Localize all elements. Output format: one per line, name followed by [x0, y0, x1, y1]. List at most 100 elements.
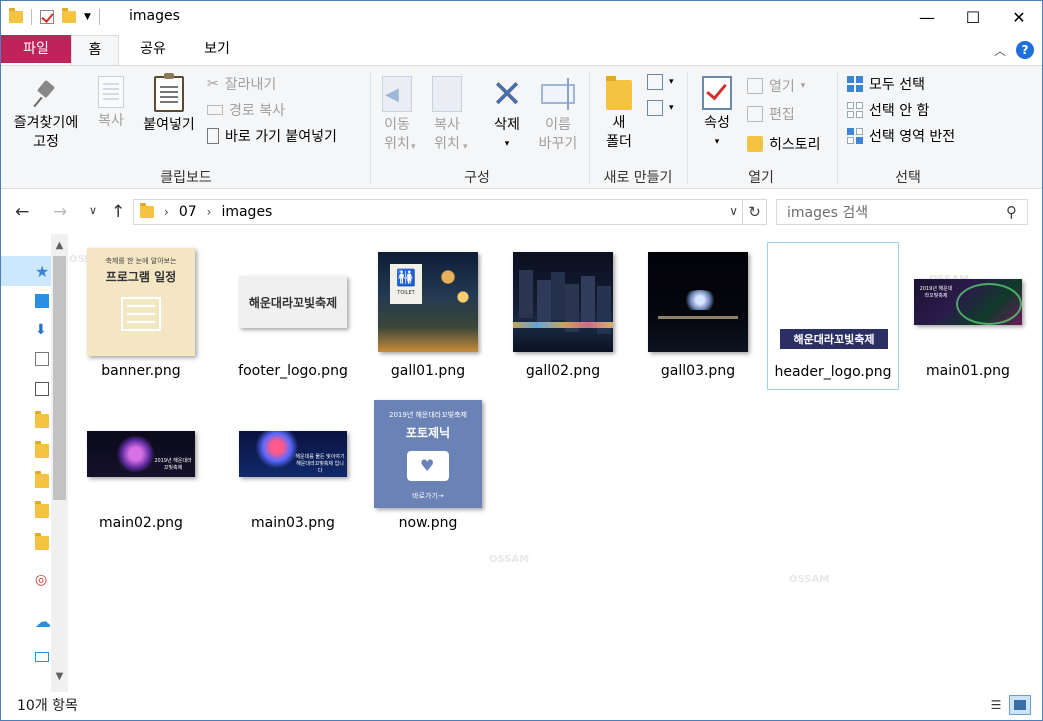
history-button[interactable]: 히스토리 — [747, 134, 821, 154]
list-item[interactable]: 2019년 해운대라꼬빛축제 main01.png — [901, 242, 1035, 380]
close-button[interactable]: ✕ — [996, 1, 1042, 33]
properties-icon[interactable] — [40, 10, 54, 24]
list-item[interactable]: TOILET gall01.png — [362, 242, 494, 380]
address-bar[interactable]: › 07 › images ∨ — [133, 199, 743, 225]
list-item[interactable]: gall03.png — [632, 242, 764, 380]
list-item[interactable]: 해운대라꼬빛축제 footer_logo.png — [227, 242, 359, 380]
pinned-folder-icon[interactable] — [35, 411, 49, 428]
file-name: main03.png — [251, 515, 335, 531]
tab-share[interactable]: 공유 — [129, 35, 177, 65]
select-none-button[interactable]: 선택 안 함 — [847, 100, 929, 120]
new-folder-icon[interactable] — [62, 8, 76, 23]
copy-to-dropdown-icon[interactable]: ▾ — [463, 142, 468, 152]
invert-selection-button[interactable]: 선택 영역 반전 — [847, 126, 955, 146]
scrollbar-thumb[interactable] — [53, 256, 66, 500]
copy-path-button[interactable]: 경로 복사 — [207, 100, 285, 120]
file-thumbnail: 2019년 해운대라꼬빛축제 포토제닉 바로가기→ — [374, 400, 482, 508]
copy-button[interactable]: 복사 — [91, 76, 131, 131]
pinned-folder-icon[interactable] — [35, 533, 49, 550]
invert-selection-icon — [847, 128, 863, 144]
tab-view[interactable]: 보기 — [193, 35, 241, 65]
properties-button[interactable]: 속성 ▾ — [695, 76, 739, 152]
ribbon-collapse-icon[interactable]: ︿ — [994, 42, 1006, 59]
thumb-text: 프로그램 일정 — [105, 270, 177, 284]
easy-access-button[interactable]: ▾ — [647, 100, 674, 116]
list-item[interactable]: 2019년 해운대라꼬빛축제 main02.png — [75, 394, 207, 532]
details-view-icon[interactable]: ☰ — [985, 695, 1007, 715]
item-count: 10개 항목 — [17, 698, 78, 714]
watermark: OSSAM — [489, 554, 530, 565]
tab-home[interactable]: 홈 — [71, 35, 119, 66]
list-item[interactable]: gall02.png — [497, 242, 629, 380]
thumb-text: 해운대를 물든 빛이야기 해운대라꼬빛축제 입니다 — [295, 454, 345, 474]
file-thumbnail: 해운대라꼬빛축제 — [239, 276, 347, 328]
list-item[interactable]: 2019년 해운대라꼬빛축제 포토제닉 바로가기→ now.png — [362, 394, 494, 532]
pin-to-quick-access-button[interactable]: 즐겨찾기에 고정 — [7, 80, 85, 152]
paste-button[interactable]: 붙여넣기 — [137, 73, 201, 135]
cut-label: 잘라내기 — [224, 77, 277, 93]
desktop-icon[interactable] — [35, 294, 49, 308]
network-folder-icon[interactable]: ◎ — [35, 572, 49, 588]
explorer-window: ▼ images — ☐ ✕ 파일 홈 공유 보기 ︿ ? 즐겨찾기에 고정 복… — [0, 0, 1043, 721]
breadcrumb-item[interactable]: images — [221, 204, 272, 220]
ribbon-tabs: 파일 홈 공유 보기 ︿ ? — [1, 35, 1042, 66]
up-arrow-icon[interactable]: ↑ — [111, 202, 125, 222]
select-none-label: 선택 안 함 — [869, 103, 930, 119]
help-icon[interactable]: ? — [1016, 41, 1034, 59]
breadcrumb-chevron-icon[interactable]: › — [164, 205, 169, 219]
watermark: OSSAM — [789, 574, 830, 585]
move-to-dropdown-icon[interactable]: ▾ — [411, 142, 416, 152]
scroll-down-arrow-icon[interactable]: ▼ — [51, 668, 68, 685]
recent-locations-chevron-icon[interactable]: ∨ — [89, 204, 97, 217]
address-dropdown-icon[interactable]: ∨ — [729, 204, 738, 218]
copy-to-label-line1: 복사 — [434, 117, 460, 133]
onedrive-icon[interactable]: ☁ — [35, 612, 51, 631]
nav-pane-scrollbar[interactable]: ▲ ▼ — [51, 234, 68, 692]
move-to-icon — [382, 76, 412, 112]
delete-dropdown-icon[interactable]: ▾ — [485, 135, 529, 154]
pinned-folder-icon[interactable] — [35, 441, 49, 458]
copy-to-button[interactable]: 복사 위치 — [427, 76, 467, 154]
downloads-icon[interactable]: ⬇ — [35, 322, 49, 338]
list-item[interactable]: 축제를 한 눈에 알아보는 프로그램 일정 banner.png — [75, 242, 207, 380]
refresh-button[interactable]: ↻ — [743, 199, 767, 225]
cut-button[interactable]: ✂ 잘라내기 — [207, 74, 276, 94]
new-folder-button[interactable]: 새 폴더 — [599, 76, 639, 152]
new-item-button[interactable]: ▾ — [647, 74, 674, 90]
properties-dropdown-icon[interactable]: ▾ — [695, 133, 739, 152]
open-button[interactable]: 열기 ▾ — [747, 76, 805, 96]
list-item[interactable]: 해운대를 물든 빛이야기 해운대라꼬빛축제 입니다 main03.png — [227, 394, 359, 532]
delete-label: 삭제 — [494, 117, 520, 133]
breadcrumb-chevron-icon[interactable]: › — [207, 205, 212, 219]
scroll-up-arrow-icon[interactable]: ▲ — [51, 237, 68, 254]
edit-button[interactable]: 편집 — [747, 104, 795, 124]
forward-arrow-icon[interactable]: → — [53, 202, 67, 222]
breadcrumb-item[interactable]: 07 — [179, 204, 197, 220]
group-label-select: 선택 — [895, 170, 921, 186]
minimize-button[interactable]: — — [904, 1, 950, 33]
tab-file[interactable]: 파일 — [1, 35, 71, 63]
open-label: 열기 — [769, 79, 795, 95]
maximize-button[interactable]: ☐ — [950, 1, 996, 33]
thumb-text: 포토제닉 — [405, 426, 451, 440]
search-box[interactable]: images 검색 ⚲ — [776, 199, 1028, 225]
qat-customize-dropdown-icon[interactable]: ▼ — [84, 12, 91, 22]
pictures-icon[interactable] — [35, 382, 49, 396]
pinned-folder-icon[interactable] — [35, 501, 49, 518]
ribbon: 즐겨찾기에 고정 복사 붙여넣기 ✂ 잘라내기 경로 복사 바로 가기 붙여넣기… — [1, 65, 1042, 189]
file-thumbnail — [648, 252, 748, 352]
documents-icon[interactable] — [35, 352, 49, 366]
list-item-selected[interactable]: 해운대라꼬빛축제 header_logo.png — [767, 242, 899, 390]
file-list: OSSAM OSSAM OSSAM OSSAM 축제를 한 눈에 알아보는 프로… — [69, 234, 1042, 692]
history-label: 히스토리 — [769, 137, 821, 153]
file-name: banner.png — [101, 363, 181, 379]
this-pc-icon[interactable] — [35, 652, 49, 662]
large-icons-view-icon[interactable] — [1009, 695, 1031, 715]
paste-shortcut-button[interactable]: 바로 가기 붙여넣기 — [207, 126, 337, 146]
delete-button[interactable]: ✕ 삭제 ▾ — [485, 75, 529, 154]
qat-separator — [31, 9, 32, 25]
back-arrow-icon[interactable]: ← — [15, 202, 29, 222]
pinned-folder-icon[interactable] — [35, 471, 49, 488]
select-all-button[interactable]: 모두 선택 — [847, 74, 925, 94]
rename-button[interactable]: 이름 바꾸기 — [533, 76, 583, 154]
